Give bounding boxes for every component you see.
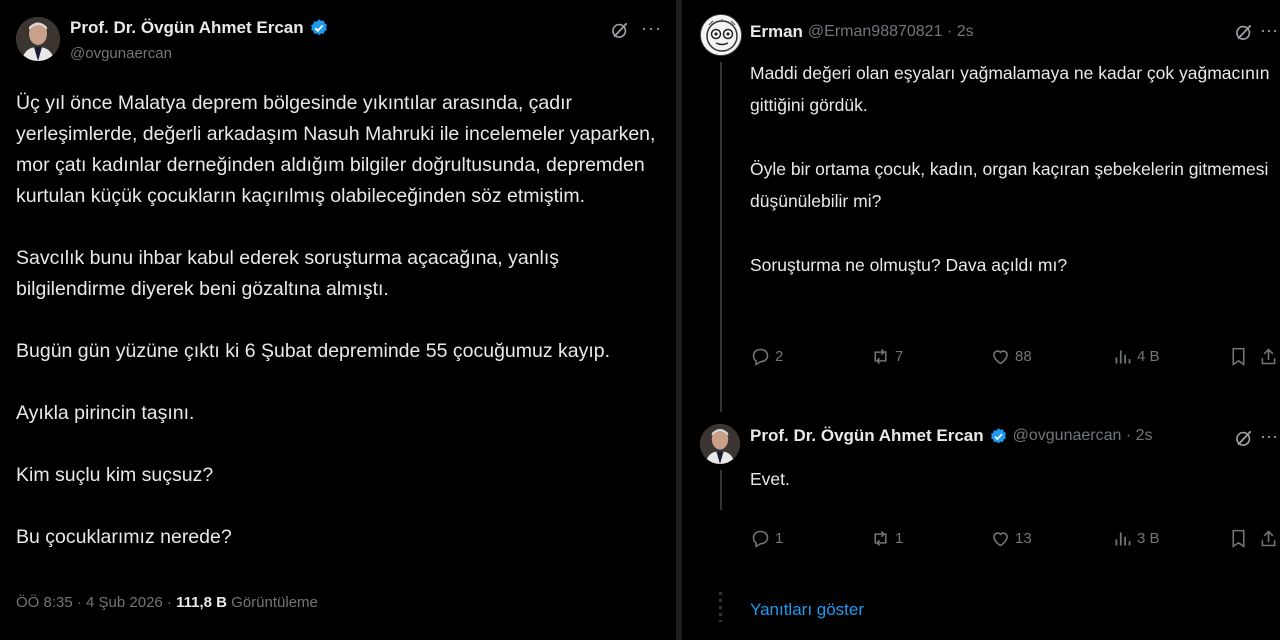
thread-line	[720, 470, 722, 510]
reply-paragraph: Evet.	[750, 469, 790, 489]
reply-handle-time[interactable]: @Erman98870821 · 2s	[808, 23, 974, 41]
more-icon[interactable]: ···	[641, 18, 662, 39]
views-count: 4 B	[1137, 348, 1160, 365]
thread-dots	[719, 592, 722, 622]
reply-header: Erman @Erman98870821 · 2s	[750, 22, 974, 42]
like-button[interactable]: 88	[990, 346, 1032, 367]
bookmark-button[interactable]	[1228, 346, 1249, 367]
views-count: 111,8 B	[176, 594, 227, 611]
repost-count: 1	[895, 530, 904, 547]
reply-icon	[752, 348, 769, 366]
grok-icon[interactable]	[1234, 22, 1254, 47]
tweet-paragraph: Bugün gün yüzüne çıktı ki 6 Şubat deprem…	[16, 340, 611, 362]
reply-header: Prof. Dr. Övgün Ahmet Ercan @ovgunaercan…	[750, 426, 1153, 446]
reply-paragraph: Öyle bir ortama çocuk, kadın, organ kaçı…	[750, 159, 1269, 211]
reply-button[interactable]: 2	[750, 346, 783, 367]
repost-icon	[874, 530, 887, 547]
bookmark-icon	[1232, 529, 1245, 548]
verified-badge-icon	[990, 427, 1006, 443]
like-icon	[993, 350, 1008, 365]
reply-avatar[interactable]	[700, 424, 740, 464]
reply-icon	[752, 530, 769, 548]
like-button[interactable]: 13	[990, 528, 1032, 549]
author-handle[interactable]: @ovgunaercan	[70, 45, 172, 62]
bookmark-button[interactable]	[1228, 528, 1249, 549]
share-icon	[1261, 348, 1276, 365]
grok-icon[interactable]	[610, 20, 630, 45]
author-name-text[interactable]: Prof. Dr. Övgün Ahmet Ercan	[70, 18, 304, 38]
bookmark-icon	[1232, 347, 1245, 366]
repost-button[interactable]: 1	[870, 528, 903, 549]
reply-author-name[interactable]: Erman	[750, 22, 803, 42]
replies-panel: Erman @Erman98870821 · 2s ··· Maddi değe…	[682, 0, 1280, 640]
like-count: 13	[1015, 530, 1032, 547]
reply-avatar[interactable]	[700, 14, 742, 56]
reply-count: 2	[775, 348, 784, 365]
reply-text: Evet.	[750, 463, 1270, 495]
author-avatar[interactable]	[16, 17, 60, 61]
reply-actions: 1 1 13 3 B	[750, 528, 1280, 552]
grok-icon[interactable]	[1234, 428, 1254, 453]
like-count: 88	[1015, 348, 1032, 365]
reply-paragraph: Soruşturma ne olmuştu? Dava açıldı mı?	[750, 255, 1068, 275]
tweet-paragraph: Üç yıl önce Malatya deprem bölgesinde yı…	[16, 92, 656, 207]
thread-line	[720, 62, 722, 412]
reply-author-name[interactable]: Prof. Dr. Övgün Ahmet Ercan	[750, 426, 984, 446]
views-label: Görüntüleme	[231, 594, 318, 611]
reply-handle-time[interactable]: @ovgunaercan · 2s	[1013, 427, 1153, 445]
repost-icon	[874, 348, 887, 365]
like-icon	[993, 532, 1008, 547]
timestamp[interactable]: ÖÖ 8:35 · 4 Şub 2026 ·	[16, 594, 172, 611]
share-button[interactable]	[1258, 528, 1279, 549]
repost-button[interactable]: 7	[870, 346, 903, 367]
reply-text: Maddi değeri olan eşyaları yağmalamaya n…	[750, 57, 1270, 281]
repost-count: 7	[895, 348, 904, 365]
more-icon[interactable]: ···	[1260, 20, 1278, 41]
reply-paragraph: Maddi değeri olan eşyaları yağmalamaya n…	[750, 63, 1270, 115]
reply-button[interactable]: 1	[750, 528, 783, 549]
main-tweet: Prof. Dr. Övgün Ahmet Ercan @ovgunaercan…	[0, 0, 676, 640]
views-icon	[1115, 532, 1131, 546]
tweet-paragraph: Kim suçlu kim suçsuz?	[16, 464, 214, 486]
tweet-paragraph: Savcılık bunu ihbar kabul ederek soruştu…	[16, 247, 560, 300]
tweet-meta: ÖÖ 8:35 · 4 Şub 2026 · 111,8 B Görüntüle…	[16, 594, 318, 611]
tweet-paragraph: Bu çocuklarımız nerede?	[16, 526, 232, 548]
views-icon	[1115, 350, 1131, 364]
author-name[interactable]: Prof. Dr. Övgün Ahmet Ercan	[70, 18, 329, 38]
tweet-text: Üç yıl önce Malatya deprem bölgesinde yı…	[16, 88, 666, 553]
views-button[interactable]: 4 B	[1112, 346, 1160, 367]
share-icon	[1261, 530, 1276, 547]
views-button[interactable]: 3 B	[1112, 528, 1160, 549]
show-replies-link[interactable]: Yanıtları göster	[750, 600, 864, 620]
reply-actions: 2 7 88 4 B	[750, 346, 1280, 370]
tweet-paragraph: Ayıkla pirincin taşını.	[16, 402, 195, 424]
share-button[interactable]	[1258, 346, 1279, 367]
verified-badge-icon	[310, 19, 327, 36]
views-count: 3 B	[1137, 530, 1160, 547]
more-icon[interactable]: ···	[1260, 426, 1278, 447]
reply-count: 1	[775, 530, 784, 547]
